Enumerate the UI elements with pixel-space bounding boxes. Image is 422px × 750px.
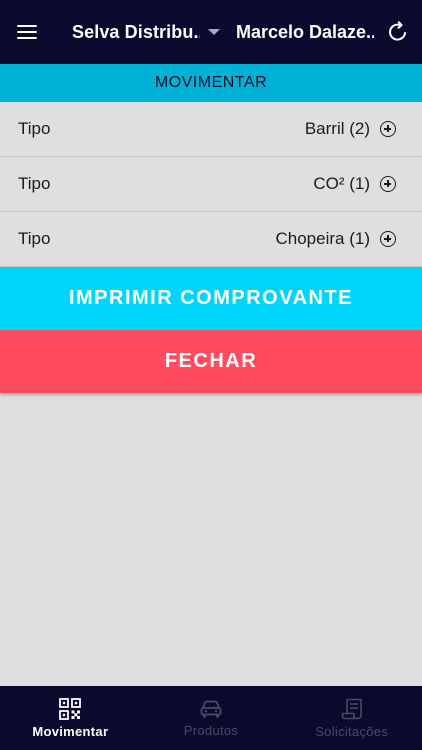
bottom-navigation: Movimentar Produtos Solicitações [0,686,422,750]
section-header: MOVIMENTAR [0,64,422,102]
section-title: MOVIMENTAR [154,74,268,91]
close-button[interactable]: FECHAR [0,330,422,393]
nav-item-movimentar[interactable]: Movimentar [0,686,141,750]
movement-list: Tipo Barril (2) Tipo CO² (1) Tipo Chopei… [0,102,422,267]
item-label: Barril (2) [304,119,370,138]
nav-label: Solicitações [315,723,389,739]
user-name: Marcelo Dalaze.. [236,21,374,42]
nav-item-solicitacoes[interactable]: Solicitações [281,686,422,750]
type-label: Tipo [18,229,51,248]
refresh-icon [389,21,406,41]
add-circle-icon[interactable] [380,231,396,247]
hamburger-icon [17,25,37,39]
company-selector[interactable]: Selva Distribu... [54,0,230,64]
top-app-bar: Selva Distribu... Marcelo Dalaze.. [0,0,422,64]
nav-label: Movimentar [32,723,109,739]
add-circle-icon[interactable] [380,121,396,137]
list-item[interactable]: Tipo Barril (2) [0,102,422,157]
nav-label: Produtos [183,722,239,738]
refresh-button[interactable] [374,0,422,64]
caret-down-icon [208,29,220,35]
list-item[interactable]: Tipo Chopeira (1) [0,212,422,267]
qr-code-icon [59,697,82,720]
print-receipt-button[interactable]: IMPRIMIR COMPROVANTE [0,267,422,330]
car-icon [200,700,222,717]
type-label: Tipo [18,119,51,138]
receipt-icon [341,698,362,719]
menu-button[interactable] [0,0,54,64]
item-label: CO² (1) [313,174,370,193]
list-item[interactable]: Tipo CO² (1) [0,157,422,212]
item-label: Chopeira (1) [275,229,371,248]
type-label: Tipo [18,174,51,193]
add-circle-icon[interactable] [380,176,396,192]
nav-item-produtos[interactable]: Produtos [141,686,282,750]
company-name: Selva Distribu... [72,21,200,42]
